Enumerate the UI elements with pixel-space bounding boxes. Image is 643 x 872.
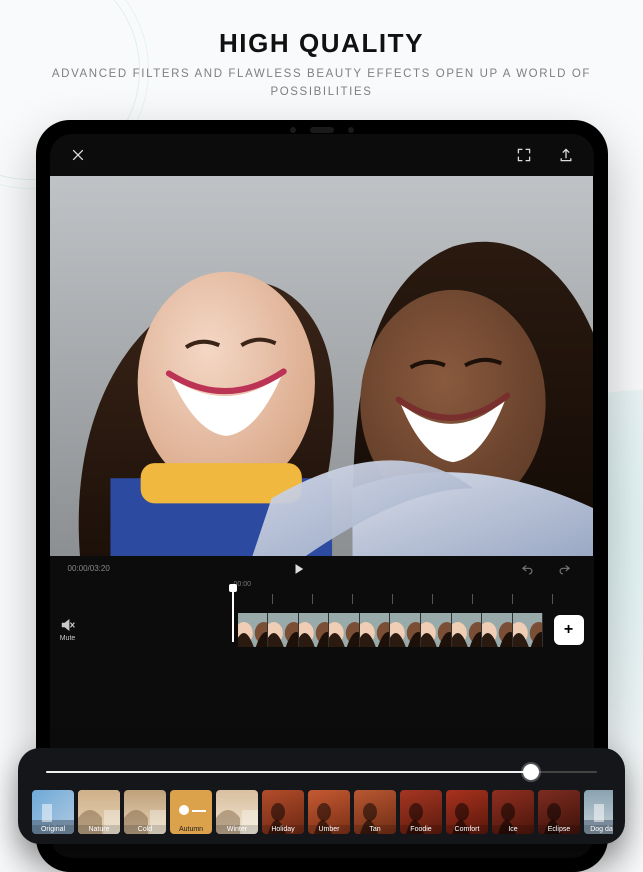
filter-cold[interactable]: Cold <box>124 790 166 834</box>
timeline-frame[interactable] <box>329 613 360 647</box>
filter-label: Tan <box>354 825 396 834</box>
filter-label: Winter <box>216 825 258 834</box>
filter-label: Comfort <box>446 825 488 834</box>
filter-label: Cold <box>124 825 166 834</box>
filter-dog-days[interactable]: Dog days <box>584 790 613 834</box>
filter-label: Holiday <box>262 825 304 834</box>
filter-label: Umber <box>308 825 350 834</box>
ruler-ticks <box>232 594 554 604</box>
preview-photo <box>50 176 594 556</box>
filter-tan[interactable]: Tan <box>354 790 396 834</box>
filter-autumn[interactable]: Autumn <box>170 790 212 834</box>
playback-controls: 00:00/03:20 <box>50 556 594 582</box>
filter-winter[interactable]: Winter <box>216 790 258 834</box>
tablet-sensor-dots <box>290 127 354 133</box>
filter-label: Autumn <box>170 825 212 834</box>
filter-label: Eclipse <box>538 825 580 834</box>
speaker-muted-icon <box>60 617 76 633</box>
marketing-copy: HIGH QUALITY ADVANCED FILTERS AND FLAWLE… <box>0 0 643 120</box>
editor-topbar <box>50 134 594 176</box>
undo-icon[interactable] <box>517 559 537 579</box>
add-clip-button[interactable]: + <box>554 615 584 645</box>
slider-knob[interactable] <box>523 764 539 780</box>
timeline-frame[interactable] <box>268 613 299 647</box>
timeline-frame[interactable] <box>421 613 452 647</box>
filter-label: Ice <box>492 825 534 834</box>
filter-label: Nature <box>78 825 120 834</box>
fullscreen-icon[interactable] <box>514 145 534 165</box>
filter-nature[interactable]: Nature <box>78 790 120 834</box>
filter-list[interactable]: Original Nature Cold Autumn Winter Holiday Umb… <box>30 790 613 834</box>
timeline-frame[interactable] <box>238 613 269 647</box>
timeline-row: Mute + <box>50 608 594 652</box>
filter-label: Foodie <box>400 825 442 834</box>
filter-holiday[interactable]: Holiday <box>262 790 304 834</box>
timeline-frame[interactable] <box>482 613 513 647</box>
timecode: 00:00/03:20 <box>68 564 110 573</box>
filter-comfort[interactable]: Comfort <box>446 790 488 834</box>
filter-label: Dog days <box>584 825 613 834</box>
timeline-frame[interactable] <box>390 613 421 647</box>
close-icon[interactable] <box>68 145 88 165</box>
mute-label: Mute <box>60 635 76 642</box>
play-icon[interactable] <box>289 559 309 579</box>
mute-button[interactable]: Mute <box>60 617 76 642</box>
headline: HIGH QUALITY <box>40 28 603 59</box>
slider-fill <box>46 771 531 773</box>
timeline-frame[interactable] <box>452 613 483 647</box>
video-preview[interactable] <box>50 176 594 556</box>
playhead[interactable] <box>232 588 234 642</box>
timeline-frame[interactable] <box>299 613 330 647</box>
filter-ice[interactable]: Ice <box>492 790 534 834</box>
filter-eclipse[interactable]: Eclipse <box>538 790 580 834</box>
filter-umber[interactable]: Umber <box>308 790 350 834</box>
export-icon[interactable] <box>556 145 576 165</box>
subheadline: ADVANCED FILTERS AND FLAWLESS BEAUTY EFF… <box>40 65 603 102</box>
filter-bar: Original Nature Cold Autumn Winter Holiday Umb… <box>18 748 625 844</box>
filter-label: Original <box>32 825 74 834</box>
timeline-frame[interactable] <box>513 613 544 647</box>
redo-icon[interactable] <box>555 559 575 579</box>
clip-strip[interactable]: + <box>88 613 584 647</box>
intensity-slider[interactable] <box>46 762 597 782</box>
timeline-ruler[interactable]: 00:00 <box>50 590 594 608</box>
timeline-frame[interactable] <box>360 613 391 647</box>
filter-foodie[interactable]: Foodie <box>400 790 442 834</box>
filter-original[interactable]: Original <box>32 790 74 834</box>
